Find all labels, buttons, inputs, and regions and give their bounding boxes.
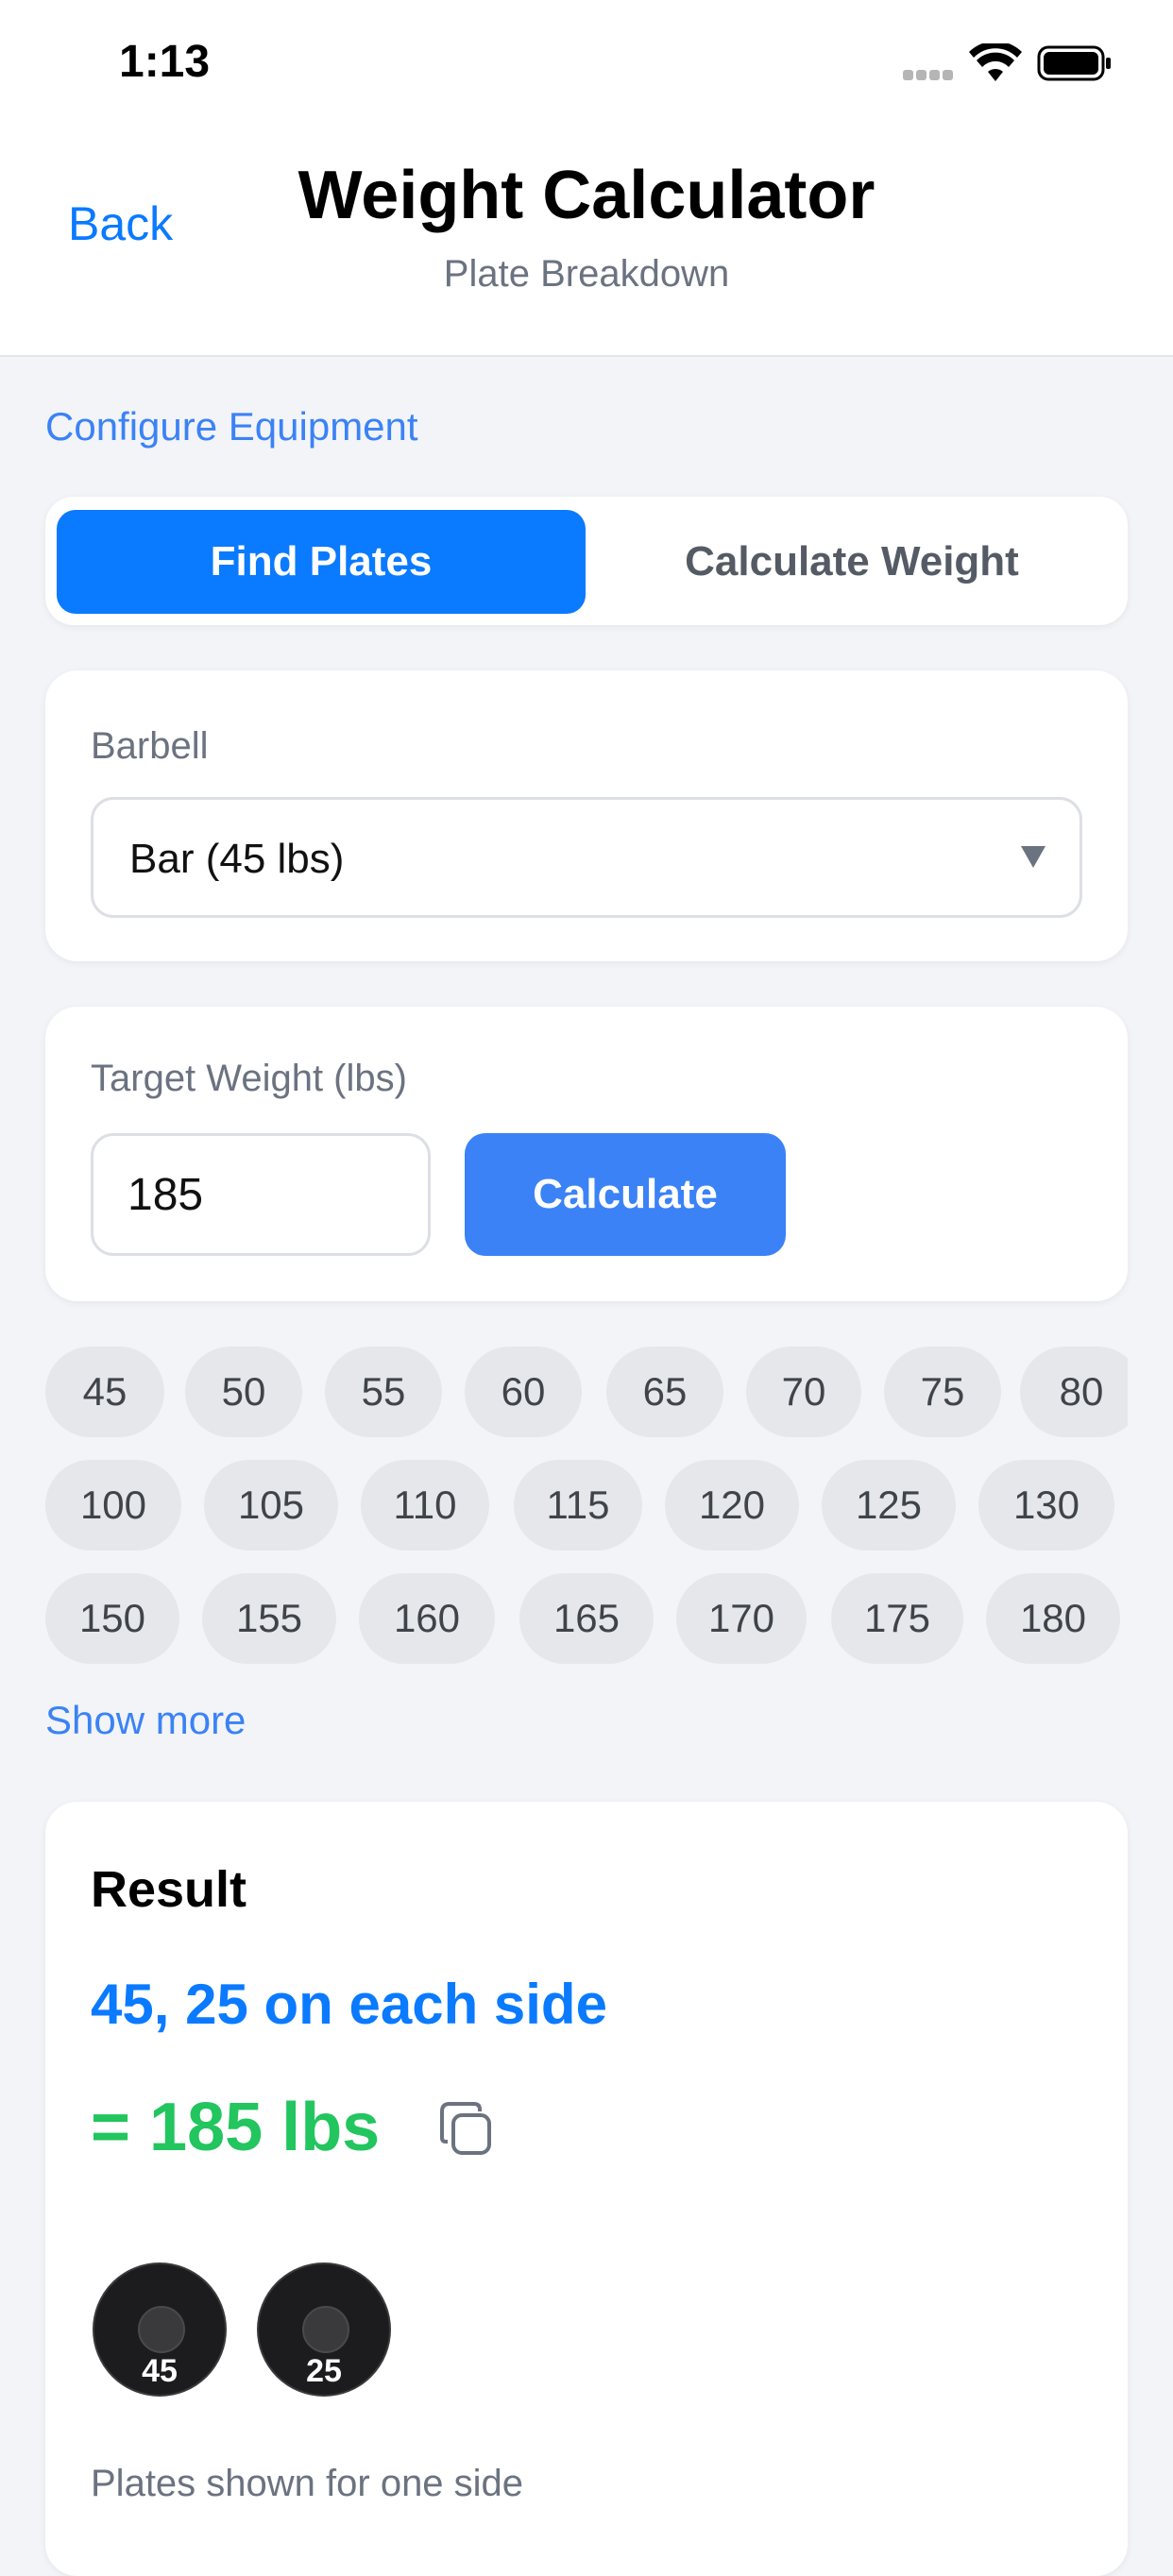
weight-chip[interactable]: 175 (831, 1573, 963, 1664)
mode-segmented-control: Find Plates Calculate Weight (45, 497, 1128, 625)
weight-chip[interactable]: 125 (822, 1460, 956, 1551)
target-weight-label: Target Weight (lbs) (91, 1058, 407, 1099)
tab-find-plates[interactable]: Find Plates (57, 510, 586, 614)
weight-chip[interactable]: 100 (45, 1460, 181, 1551)
chip-row: 45 50 55 60 65 70 75 80 (45, 1347, 1128, 1437)
weight-chip[interactable]: 130 (978, 1460, 1114, 1551)
weight-chip[interactable]: 65 (606, 1347, 723, 1437)
status-bar: 1:13 (0, 0, 1173, 123)
calculate-button[interactable]: Calculate (465, 1133, 786, 1256)
nav-bar: Back Weight Calculator Plate Breakdown (0, 123, 1173, 357)
chip-row: 100 105 110 115 120 125 130 (45, 1460, 1128, 1551)
weight-chip[interactable]: 45 (45, 1347, 164, 1437)
weight-chip[interactable]: 155 (202, 1573, 336, 1664)
quick-weight-chips: 45 50 55 60 65 70 75 80 100 105 110 115 … (45, 1347, 1128, 1668)
configure-equipment-link[interactable]: Configure Equipment (45, 404, 418, 449)
result-heading: Result (91, 1861, 247, 1918)
plates-caption: Plates shown for one side (91, 2463, 524, 2504)
copy-icon[interactable] (438, 2100, 495, 2159)
wifi-icon (969, 43, 1022, 81)
page-subtitle: Plate Breakdown (443, 253, 730, 295)
tab-calculate-weight[interactable]: Calculate Weight (587, 510, 1116, 614)
weight-chip[interactable]: 75 (884, 1347, 1001, 1437)
barbell-card: Barbell Bar (45 lbs) (45, 670, 1128, 961)
weight-chip[interactable]: 50 (185, 1347, 302, 1437)
weight-chip[interactable]: 165 (519, 1573, 654, 1664)
barbell-select-value: Bar (45 lbs) (129, 836, 345, 882)
battery-icon (1037, 45, 1111, 81)
weight-chip[interactable]: 80 (1020, 1347, 1128, 1437)
weight-chip[interactable]: 115 (514, 1460, 642, 1551)
page-title: Weight Calculator (298, 158, 876, 233)
chip-row: 150 155 160 165 170 175 180 (45, 1573, 1128, 1664)
weight-chip[interactable]: 55 (325, 1347, 442, 1437)
plate-hole (302, 2306, 349, 2353)
weight-chip[interactable]: 180 (986, 1573, 1120, 1664)
result-card: Result 45, 25 on each side = 185 lbs 45 … (45, 1802, 1128, 2576)
plate-label: 25 (306, 2353, 342, 2389)
result-plates-text: 45, 25 on each side (91, 1973, 607, 2036)
chevron-down-icon (1021, 846, 1046, 868)
signal-icon (903, 68, 956, 80)
barbell-select[interactable]: Bar (45 lbs) (91, 797, 1082, 918)
weight-chip[interactable]: 150 (45, 1573, 179, 1664)
target-weight-card: Target Weight (lbs) Calculate (45, 1007, 1128, 1301)
plate-hole (138, 2306, 185, 2353)
weight-chip[interactable]: 110 (361, 1460, 489, 1551)
plate-25: 25 (257, 2262, 391, 2397)
weight-chip[interactable]: 60 (465, 1347, 582, 1437)
status-time: 1:13 (119, 37, 211, 87)
show-more-link[interactable]: Show more (45, 1698, 246, 1743)
result-total: = 185 lbs (91, 2090, 381, 2165)
weight-chip[interactable]: 70 (746, 1347, 861, 1437)
weight-chip[interactable]: 105 (204, 1460, 338, 1551)
weight-chip[interactable]: 120 (665, 1460, 799, 1551)
target-weight-input[interactable] (91, 1133, 431, 1256)
barbell-label: Barbell (91, 725, 209, 767)
plate-label: 45 (142, 2353, 178, 2389)
weight-chip[interactable]: 170 (676, 1573, 807, 1664)
weight-chip[interactable]: 160 (359, 1573, 495, 1664)
plate-45: 45 (93, 2262, 227, 2397)
